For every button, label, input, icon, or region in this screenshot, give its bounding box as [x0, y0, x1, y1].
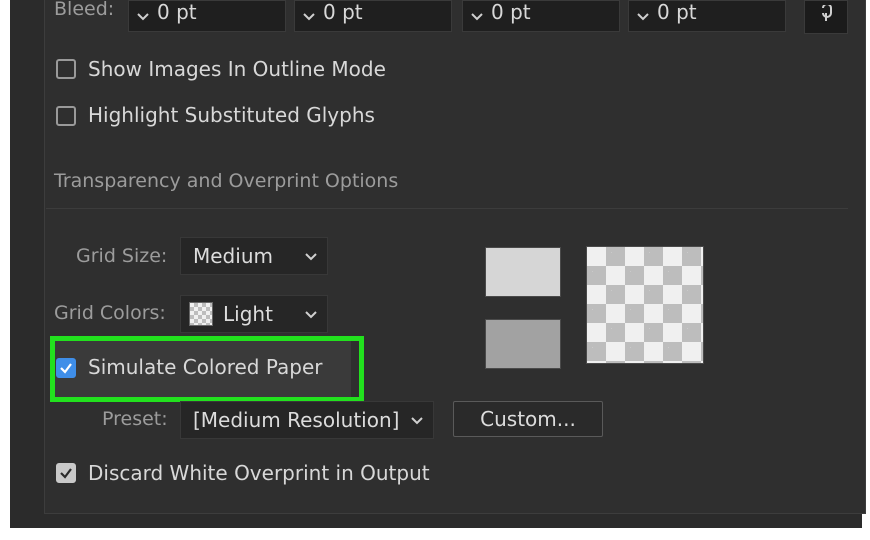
grid-preview — [586, 246, 704, 364]
grid-colors-value: Light — [223, 302, 273, 326]
bleed-top-field[interactable]: 0 pt — [128, 0, 286, 32]
bleed-right-value: 0 pt — [657, 0, 697, 24]
bleed-left-field[interactable]: 0 pt — [462, 0, 620, 32]
simulate-paper-label[interactable]: Simulate Colored Paper — [88, 355, 323, 379]
chevron-down-icon[interactable] — [629, 7, 657, 26]
discard-white-label[interactable]: Discard White Overprint in Output — [88, 461, 430, 485]
section-divider — [46, 208, 848, 209]
chevron-down-icon — [303, 246, 319, 270]
light-color-swatch[interactable] — [485, 247, 561, 297]
link-bleed-button[interactable] — [804, 0, 848, 34]
custom-button[interactable]: Custom... — [453, 401, 603, 437]
document-setup-dialog: Bleed: 0 pt 0 pt 0 pt 0 pt Show Images I… — [10, 0, 866, 528]
chevron-down-icon[interactable] — [129, 7, 157, 26]
show-images-outline-checkbox[interactable] — [56, 59, 76, 79]
grid-size-value: Medium — [193, 244, 273, 268]
chain-link-icon — [819, 3, 833, 29]
highlight-glyphs-checkbox[interactable] — [56, 106, 76, 126]
grid-size-label: Grid Size: — [76, 245, 168, 267]
bleed-left-value: 0 pt — [491, 0, 531, 24]
preset-label: Preset: — [102, 408, 168, 430]
dark-color-swatch[interactable] — [485, 319, 561, 369]
preset-value: [Medium Resolution] — [193, 408, 400, 432]
bleed-bottom-value: 0 pt — [323, 0, 363, 24]
checkerboard-icon — [189, 302, 213, 326]
discard-white-checkbox[interactable] — [56, 463, 76, 483]
grid-size-dropdown[interactable]: Medium — [180, 237, 328, 275]
chevron-down-icon — [303, 304, 319, 328]
chevron-down-icon[interactable] — [463, 7, 491, 26]
chevron-down-icon — [409, 410, 425, 434]
chevron-down-icon[interactable] — [295, 7, 323, 26]
highlight-glyphs-label[interactable]: Highlight Substituted Glyphs — [88, 103, 375, 127]
bleed-bottom-field[interactable]: 0 pt — [294, 0, 452, 32]
bleed-right-field[interactable]: 0 pt — [628, 0, 786, 32]
bleed-top-value: 0 pt — [157, 0, 197, 24]
simulate-paper-checkbox[interactable] — [56, 358, 76, 378]
bleed-label: Bleed: — [54, 0, 115, 20]
grid-colors-label: Grid Colors: — [54, 302, 166, 324]
grid-colors-dropdown[interactable]: Light — [180, 295, 328, 333]
transparency-section-title: Transparency and Overprint Options — [54, 170, 399, 192]
preset-dropdown[interactable]: [Medium Resolution] — [180, 401, 434, 439]
show-images-outline-label[interactable]: Show Images In Outline Mode — [88, 57, 386, 81]
